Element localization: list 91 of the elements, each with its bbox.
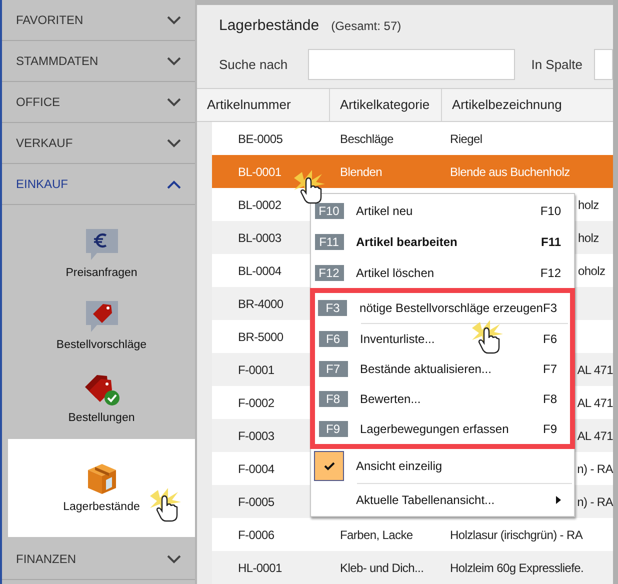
- sidebar-section-header[interactable]: FAVORITEN: [2, 0, 195, 41]
- table-cell: holz: [578, 198, 599, 212]
- table-cell: oholz: [578, 264, 606, 278]
- table-row[interactable]: BE-0005 Beschläge Riegel: [212, 122, 613, 155]
- table-cell: Kleb- und Dich...: [340, 560, 424, 574]
- sidebar-section-header[interactable]: STAMMDATEN: [2, 41, 195, 82]
- chevron-down-icon: [167, 138, 181, 148]
- submenu-arrow-icon: [556, 496, 561, 504]
- menu-item[interactable]: F8 Bewerten... F8: [315, 384, 570, 414]
- table-cell: AL 471: [577, 428, 613, 442]
- table-cell: Holzlasur (irischgrün) - RA: [450, 528, 583, 542]
- shortcut-label: F10: [540, 202, 561, 220]
- key-badge: F7: [318, 361, 348, 377]
- column-header[interactable]: Artikelkategorie: [330, 88, 442, 121]
- chevron-down-icon: [167, 554, 181, 564]
- menu-item[interactable]: F3 nötige Bestellvorschläge erzeugenF3: [315, 293, 570, 323]
- sidebar-section-header[interactable]: EINKAUF: [2, 164, 195, 205]
- table-cell: F-0002: [238, 396, 274, 410]
- sidebar-section-header[interactable]: OFFICE: [2, 82, 195, 123]
- table-cell: BL-0001: [238, 164, 282, 178]
- chevron-up-icon: [167, 180, 181, 188]
- menu-item[interactable]: F7 Bestände aktualisieren... F7: [315, 354, 570, 384]
- key-badge: F12: [314, 264, 344, 280]
- menu-item[interactable]: Aktuelle Tabellenansicht...: [311, 484, 574, 515]
- table-cell: n) - RA: [577, 462, 613, 476]
- search-field[interactable]: [308, 48, 516, 80]
- chevron-down-icon: [167, 56, 181, 66]
- column-header[interactable]: Artikelnummer: [197, 88, 330, 121]
- shortcut-label: F6: [542, 331, 557, 348]
- menu-item[interactable]: F12 Artikel löschen F12: [311, 257, 574, 288]
- table-cell: holz: [578, 230, 599, 244]
- chevron-down-icon: [167, 16, 181, 24]
- sidebar-section-header[interactable]: FINANZEN: [2, 539, 195, 580]
- table-cell: AL 471: [577, 362, 613, 376]
- shortcut-label: F3: [542, 300, 557, 317]
- table-cell: Blende aus Buchenholz: [450, 164, 570, 178]
- key-badge: F11: [314, 234, 344, 250]
- table-cell: AL 471: [577, 396, 613, 410]
- table-cell: HL-0001: [238, 560, 282, 574]
- table-cell: BL-0002: [238, 198, 282, 212]
- table-cell: F-0001: [238, 362, 274, 376]
- menu-item[interactable]: F10 Artikel neu F10: [311, 195, 574, 226]
- table-cell: BL-0003: [238, 230, 282, 244]
- tag-speech-bubble-icon: [84, 300, 118, 334]
- shortcut-label: F11: [540, 234, 561, 250]
- key-badge: F3: [318, 300, 348, 316]
- shortcut-label: F12: [540, 264, 561, 282]
- search-label: Suche nach: [219, 56, 289, 74]
- shortcut-label: F8: [542, 391, 557, 408]
- table-cell: BE-0005: [238, 132, 283, 146]
- checkbox[interactable]: [314, 451, 344, 481]
- column-dropdown[interactable]: [594, 48, 613, 80]
- table-cell: n) - RA: [577, 494, 613, 508]
- checkmark-icon: [324, 462, 334, 470]
- key-badge: F10: [314, 202, 344, 218]
- table-cell: F-0006: [238, 528, 274, 542]
- table-cell: Blenden: [340, 164, 382, 178]
- table-cell: F-0004: [238, 462, 274, 476]
- sidebar-nav-item[interactable]: Bestellvorschläge: [8, 291, 195, 363]
- table-row[interactable]: F-0006 Farben, Lacke Holzlasur (irischgrün) - RA: [212, 518, 613, 551]
- table-cell: Riegel: [450, 132, 482, 146]
- sidebar-nav-item[interactable]: Lagerbestände: [8, 439, 195, 537]
- column-label: In Spalte: [531, 56, 583, 74]
- euro-speech-bubble-icon: [84, 228, 118, 262]
- table-cell: BR-5000: [238, 330, 284, 344]
- table-row[interactable]: HL-0001 Kleb- und Dich... Holzleim 60g Expressliefe.: [212, 551, 613, 584]
- page-title: Lagerbestände: [219, 16, 320, 36]
- menu-item[interactable]: F6 Inventurliste... F6: [315, 324, 570, 354]
- menu-item[interactable]: Ansicht einzeilig: [311, 449, 574, 483]
- table-cell: Farben, Lacke: [340, 528, 413, 542]
- sidebar-section-header[interactable]: VERKAUF: [2, 123, 195, 164]
- key-badge: F6: [318, 331, 348, 347]
- sidebar-nav-item[interactable]: Bestellungen: [8, 363, 195, 435]
- sidebar-nav-item[interactable]: Preisanfragen: [8, 219, 195, 291]
- menu-item[interactable]: F11 Artikel bearbeiten F11: [311, 226, 574, 257]
- hand-cursor-icon: [470, 318, 504, 354]
- key-badge: F8: [318, 391, 348, 407]
- shortcut-label: F9: [542, 421, 557, 438]
- table-cell: F-0005: [238, 494, 274, 508]
- column-header[interactable]: Artikelbezeichnung: [442, 88, 613, 121]
- table-cell: Holzleim 60g Expressliefe.: [450, 560, 584, 574]
- table-cell: BL-0004: [238, 264, 282, 278]
- table-cell: Beschläge: [340, 132, 394, 146]
- hand-cursor-icon: [148, 486, 182, 522]
- table-cell: BR-4000: [238, 296, 284, 310]
- table-cell: F-0003: [238, 428, 274, 442]
- key-badge: F9: [318, 421, 348, 437]
- shortcut-label: F7: [542, 361, 557, 378]
- menu-item[interactable]: F9 Lagerbewegungen erfassen F9: [315, 414, 570, 444]
- chevron-down-icon: [167, 98, 181, 106]
- total-count: (Gesamt: 57): [331, 18, 402, 35]
